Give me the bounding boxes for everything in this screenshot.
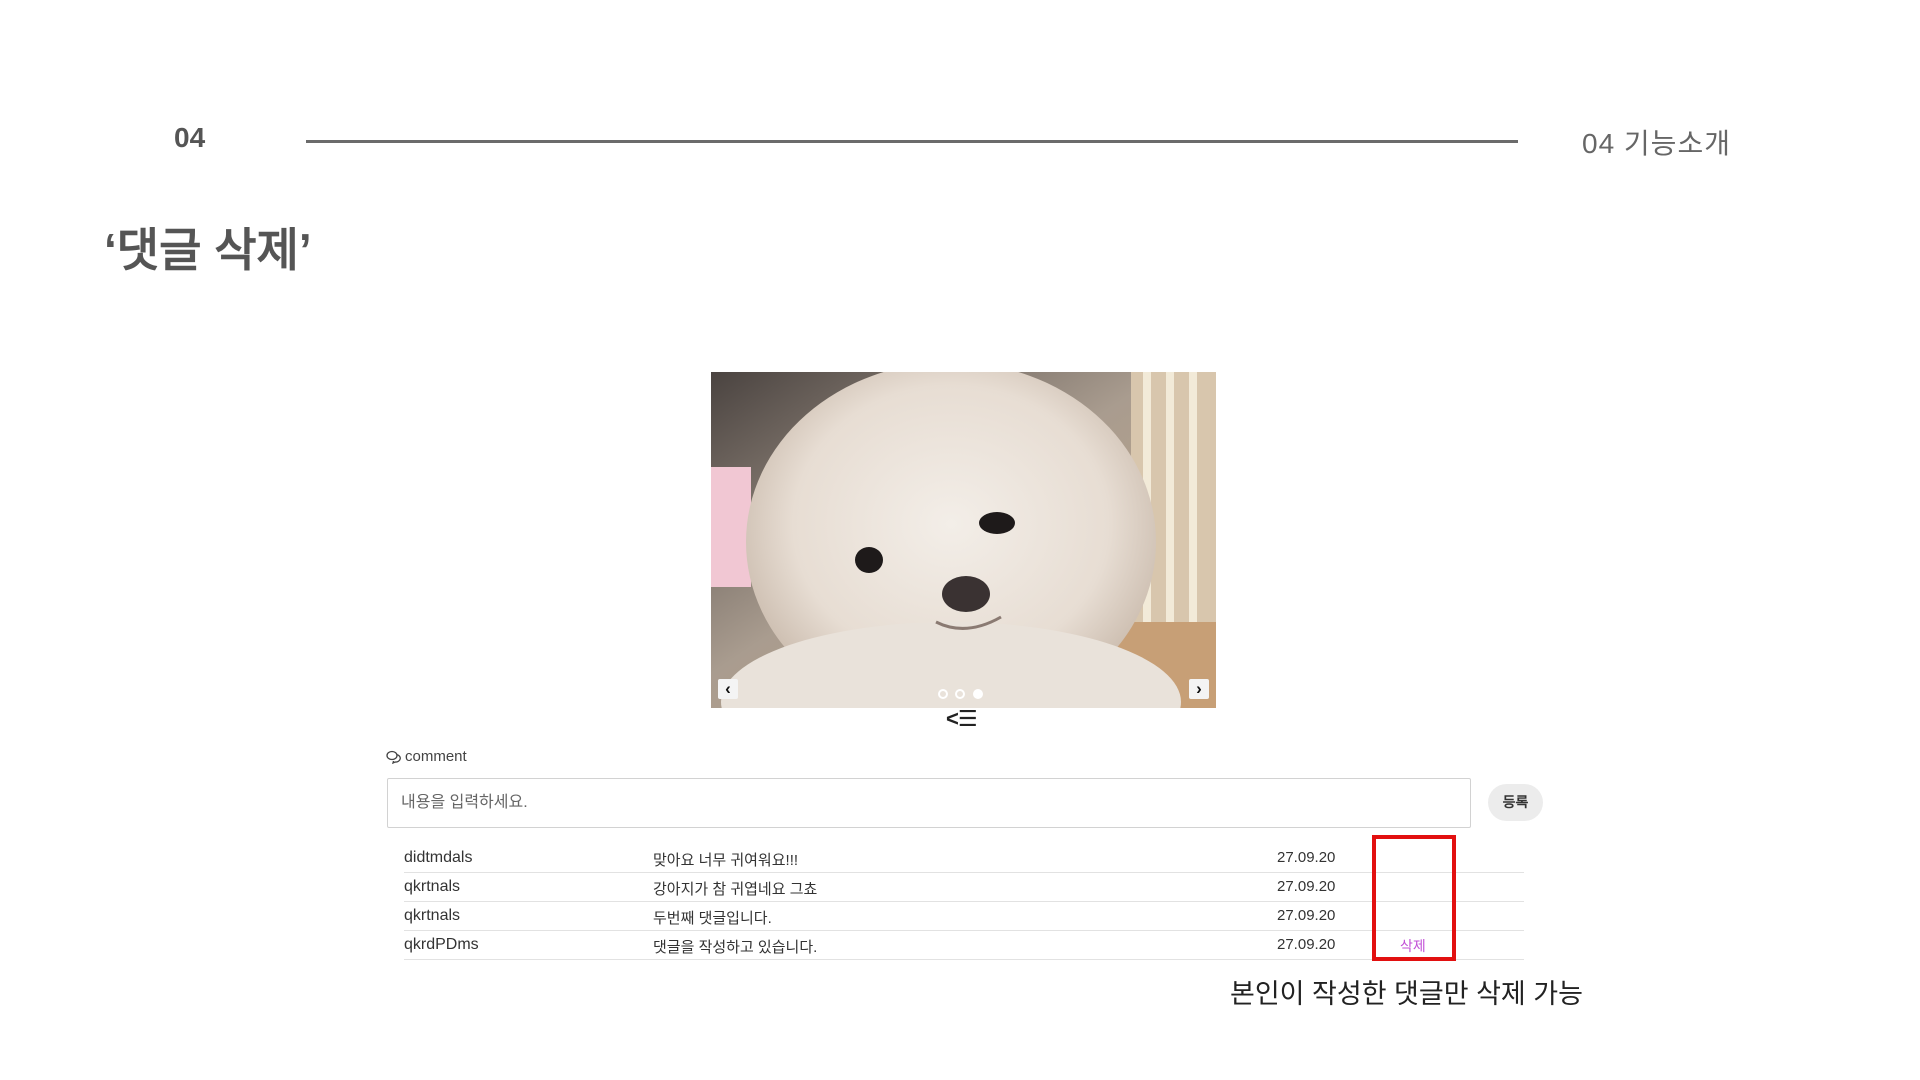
comment-date: 27.09.20 (1277, 849, 1336, 866)
comment-text: 맞아요 너무 귀여워요!!! (653, 852, 799, 869)
carousel-prev-button[interactable]: ‹ (718, 679, 738, 699)
comment-author: didtmdals (404, 849, 473, 866)
section-number: 04 (174, 122, 206, 153)
comment-list: didtmdals 맞아요 너무 귀여워요!!! 27.09.20 qkrtna… (404, 844, 1524, 960)
comment-row: didtmdals 맞아요 너무 귀여워요!!! 27.09.20 (404, 844, 1524, 873)
comment-author: qkrtnals (404, 878, 461, 895)
comment-author: qkrdPDms (404, 936, 479, 953)
annotation-note: 본인이 작성한 댓글만 삭제 가능 (1230, 979, 1583, 1009)
chevron-left-icon: ‹ (725, 679, 731, 698)
comment-author: qkrtnals (404, 907, 461, 924)
comment-row: qkrtnals 두번째 댓글입니다. 27.09.20 (404, 902, 1524, 931)
carousel-dot-active[interactable] (972, 689, 983, 699)
comment-date: 27.09.20 (1277, 878, 1336, 895)
comment-row: qkrdPDms 댓글을 작성하고 있습니다. 27.09.20 삭제 (404, 931, 1524, 960)
comment-date: 27.09.20 (1277, 907, 1336, 924)
comment-text: 강아지가 참 귀엽네요 그쵸 (653, 881, 818, 898)
submit-comment-button[interactable]: 등록 (1488, 784, 1543, 821)
dog-photo-image (711, 372, 1216, 708)
comment-icon (386, 750, 401, 765)
delete-column-highlight (1372, 835, 1456, 961)
carousel-dot[interactable] (938, 689, 948, 699)
page-title: ‘댓글 삭제’ (104, 224, 312, 276)
header-divider (306, 140, 1518, 143)
back-to-list-icon[interactable]: <☰ (946, 706, 978, 732)
comment-input[interactable] (387, 778, 1471, 828)
section-title: 04 기능소개 (1582, 128, 1731, 159)
comment-text: 댓글을 작성하고 있습니다. (653, 939, 818, 956)
comment-row: qkrtnals 강아지가 참 귀엽네요 그쵸 27.09.20 (404, 873, 1524, 902)
comment-text: 두번째 댓글입니다. (653, 910, 772, 927)
chevron-right-icon: › (1196, 679, 1202, 698)
comment-label-text: comment (405, 748, 467, 765)
dog-photo: ‹ › (711, 372, 1216, 708)
carousel-indicators (938, 686, 986, 704)
carousel-dot[interactable] (955, 689, 966, 699)
comment-date: 27.09.20 (1277, 936, 1336, 953)
carousel-next-button[interactable]: › (1189, 679, 1209, 699)
comment-label: comment (386, 748, 467, 765)
